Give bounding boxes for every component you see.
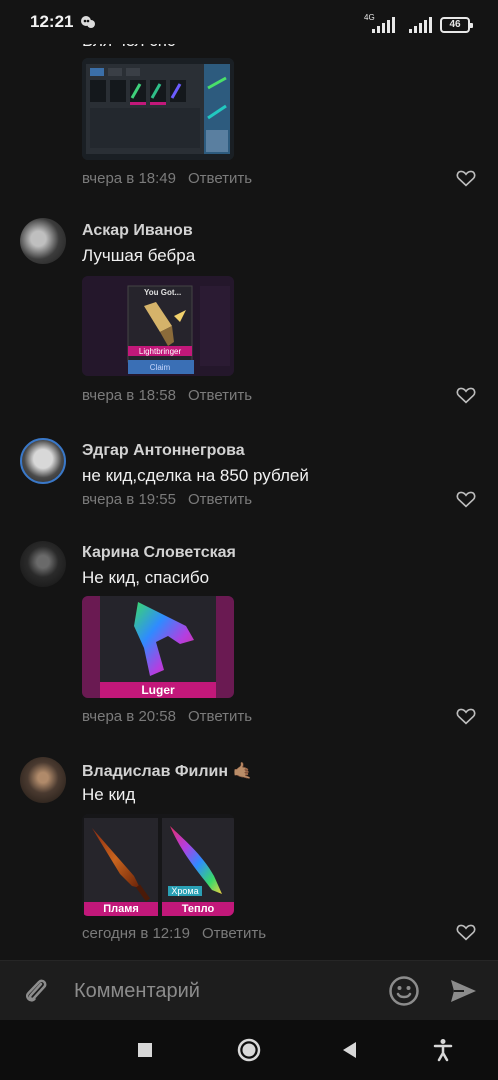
comment-attachment-image[interactable]: You Got... Lightbringer Claim [82, 276, 234, 376]
author-emoji: 🤙🏽 [232, 763, 253, 780]
comment-attachment-image[interactable]: Luger [82, 596, 234, 698]
avatar[interactable] [20, 218, 66, 264]
comment-time: вчера в 18:49 [82, 170, 176, 187]
comment-text: Лучшая бебра [82, 246, 196, 265]
paperclip-icon[interactable] [22, 976, 50, 1006]
avatar[interactable] [20, 757, 66, 803]
heart-icon[interactable] [456, 386, 476, 404]
comment-author[interactable]: Аскар Иванов [82, 222, 193, 240]
smile-icon[interactable] [388, 975, 420, 1007]
inventory-screenshot [82, 58, 234, 160]
status-bar: 12:21 4G 46 [0, 0, 498, 44]
comment-input[interactable] [74, 977, 364, 1005]
comment-text: не кид,сделка на 850 рублей [82, 466, 309, 485]
author-name: Владислав Филин [82, 763, 229, 780]
reply-button[interactable]: Ответить [188, 387, 252, 404]
status-time: 12:21 [30, 12, 74, 31]
comment-time: вчера в 18:58 [82, 387, 176, 404]
heart-icon[interactable] [456, 490, 476, 508]
item-left-name: Пламя [103, 903, 139, 915]
system-navigation-bar [0, 1020, 498, 1080]
reply-button[interactable]: Ответить [188, 708, 252, 725]
comment-text: Не кид, спасибо [82, 568, 210, 587]
status-indicators: 4G 46 [364, 13, 473, 33]
heart-icon[interactable] [456, 707, 476, 725]
comment-time: вчера в 19:55 [82, 491, 176, 508]
comment-meta: сегодня в 12:19 Ответить [82, 925, 266, 942]
triangle-icon[interactable] [342, 1041, 358, 1059]
item-knives-image [82, 814, 234, 916]
comment-meta: вчера в 18:58 Ответить [82, 387, 252, 404]
comments-feed[interactable]: Бля чел спс [0, 0, 498, 960]
reply-button[interactable]: Ответить [188, 170, 252, 187]
network-type-label: 4G [364, 13, 375, 22]
reward-claim-button: Claim [149, 363, 171, 372]
comment-meta: вчера в 19:55 Ответить [82, 491, 252, 508]
circle-icon[interactable] [237, 1038, 261, 1062]
comment-meta: вчера в 18:49 Ответить [82, 170, 252, 187]
comment-attachment-image[interactable]: Пламя Тепло Хрома [82, 814, 234, 916]
reward-header: You Got... [144, 288, 182, 297]
reply-button[interactable]: Ответить [188, 491, 252, 508]
mobile-signal-icon: 4G [364, 13, 395, 33]
comment-attachment-image[interactable] [82, 58, 234, 160]
comment-meta: вчера в 20:58 Ответить [82, 708, 252, 725]
avatar[interactable] [20, 541, 66, 587]
item-right-tag: Хрома [171, 886, 199, 896]
send-icon[interactable] [448, 976, 478, 1006]
comment-author[interactable]: Владислав Филин 🤙🏽 [82, 761, 252, 781]
comment-time: сегодня в 12:19 [82, 925, 190, 942]
item-name: Luger [141, 683, 175, 697]
reward-item-name: Lightbringer [138, 347, 182, 356]
accessibility-icon[interactable] [433, 1038, 453, 1062]
comment-author[interactable]: Эдгар Антоннегрова [82, 442, 245, 460]
mobile-signal-icon-2 [409, 17, 432, 33]
app-notification-icon [81, 16, 95, 28]
comment-author[interactable]: Карина Словетская [82, 544, 236, 562]
battery-icon: 46 [440, 17, 473, 33]
heart-icon[interactable] [456, 169, 476, 187]
reply-button[interactable]: Ответить [202, 925, 266, 942]
comment-text: Не кид [82, 785, 136, 804]
comment-time: вчера в 20:58 [82, 708, 176, 725]
comment-composer [0, 960, 498, 1020]
heart-icon[interactable] [456, 923, 476, 941]
item-right-name: Тепло [181, 903, 215, 915]
avatar[interactable] [20, 438, 66, 484]
square-icon[interactable] [137, 1042, 153, 1058]
